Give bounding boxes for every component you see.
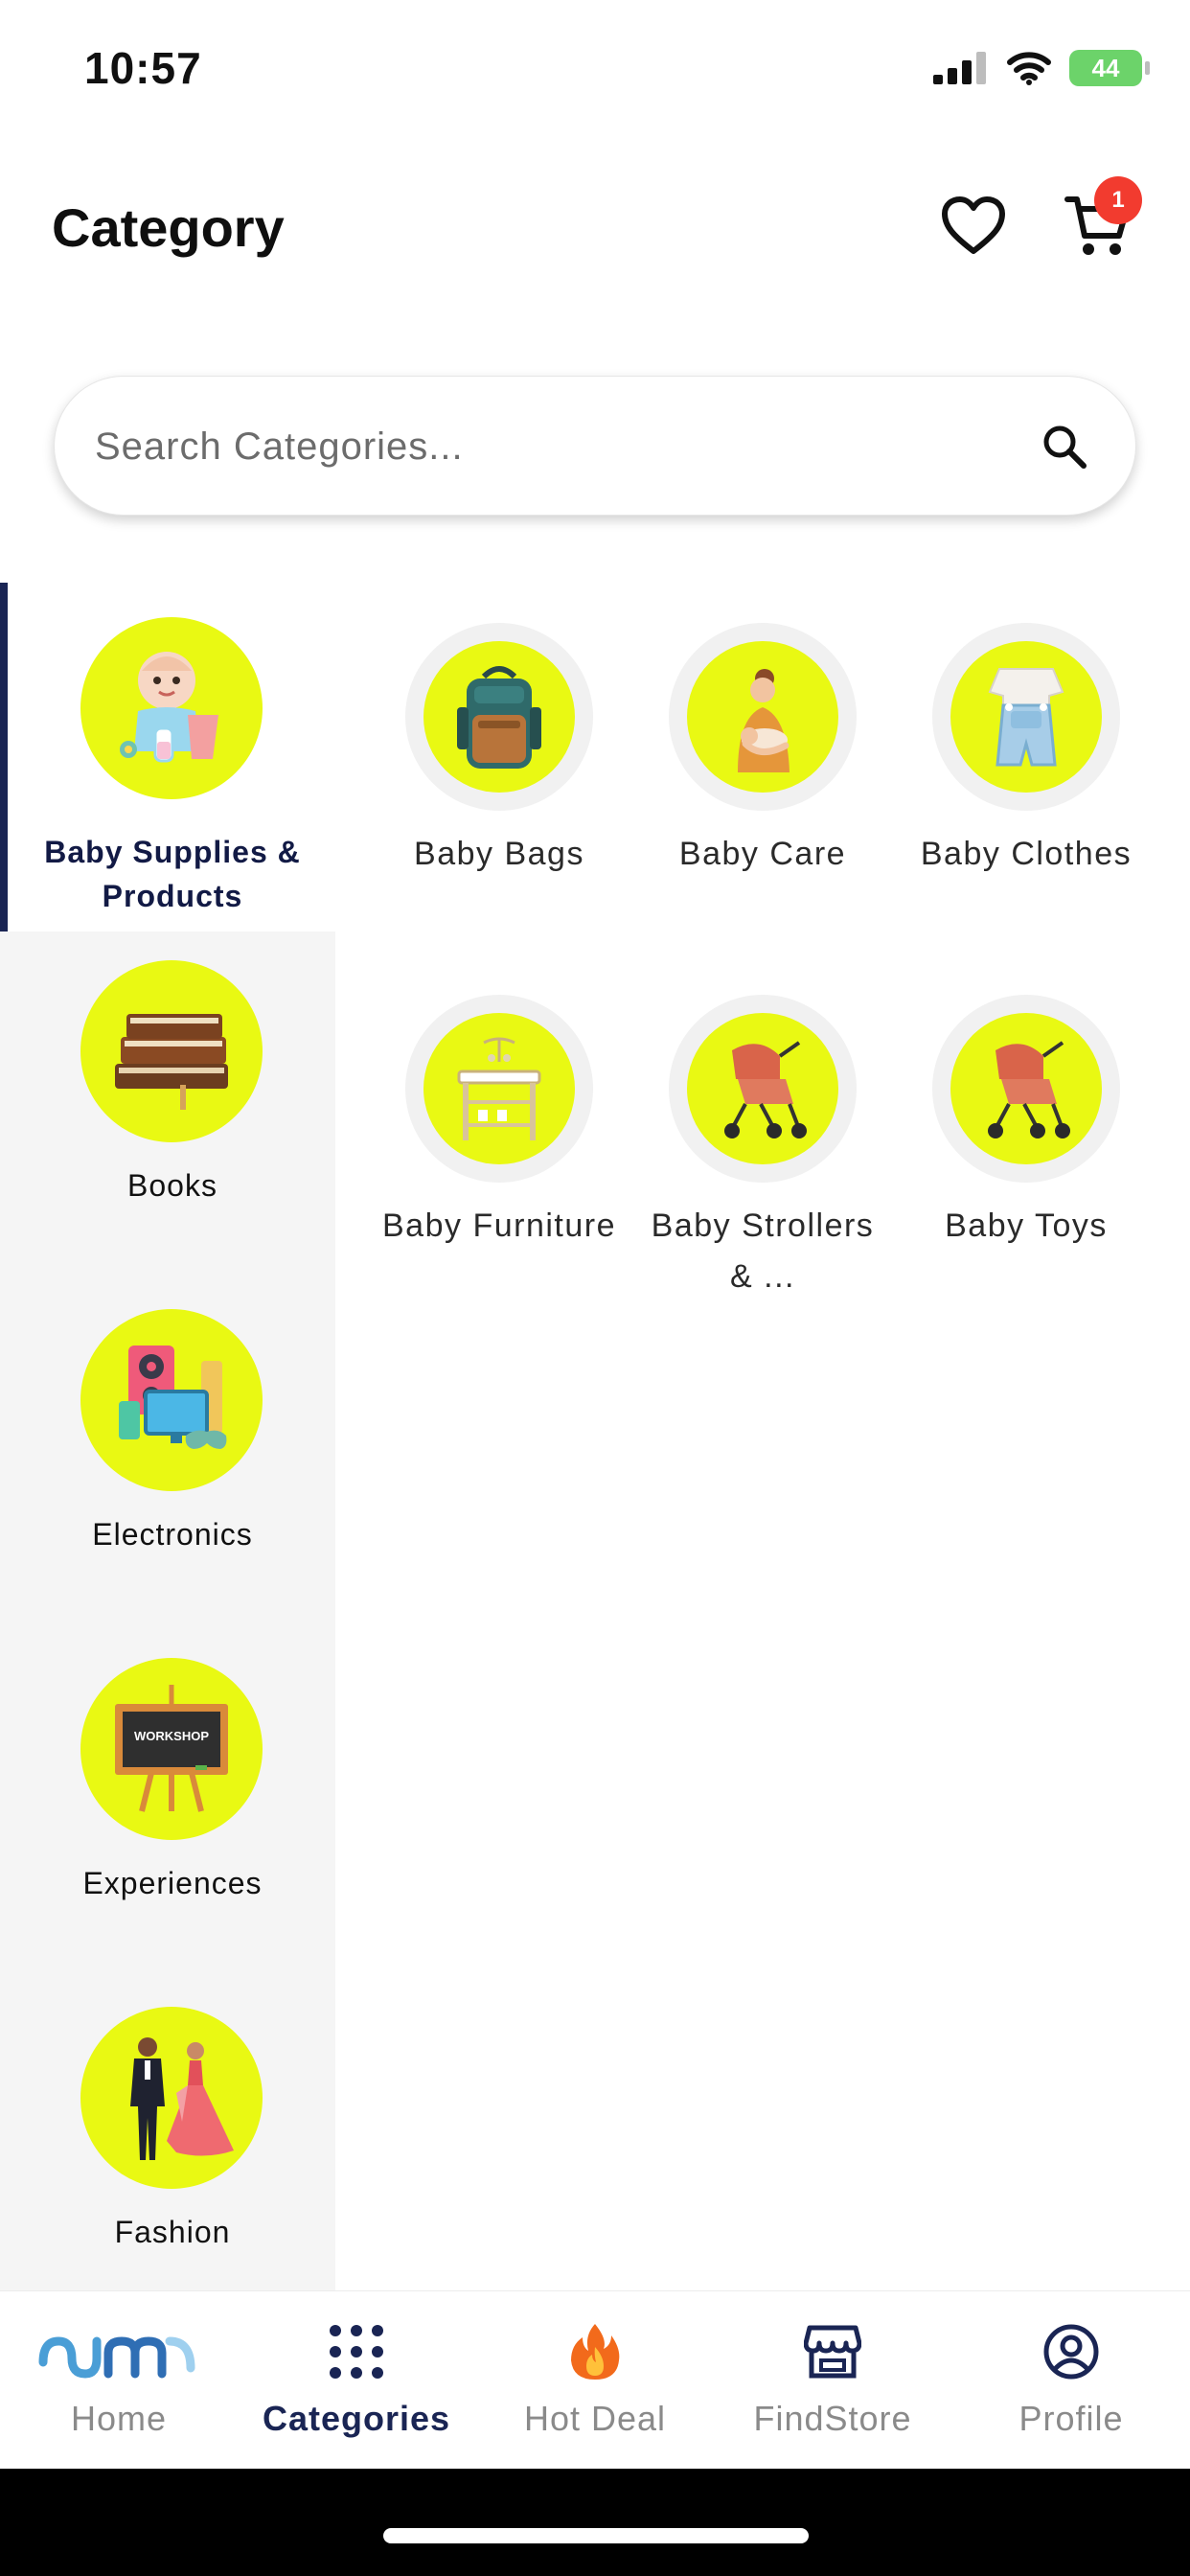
status-icons: 44 — [933, 50, 1150, 86]
sidebar-item-label: Books — [127, 1168, 217, 1203]
baby-icon — [80, 617, 263, 799]
subcategory-baby-care[interactable]: Baby Care — [643, 623, 882, 920]
search-input[interactable] — [93, 413, 997, 480]
nav-profile[interactable]: Profile — [966, 2320, 1177, 2439]
wishlist-button[interactable] — [937, 190, 1010, 263]
stroller-icon — [687, 1013, 838, 1164]
battery-level: 44 — [1091, 53, 1120, 82]
nav-find-store[interactable]: FindStore — [727, 2320, 938, 2439]
home-indicator[interactable] — [383, 2528, 809, 2543]
electronics-icon — [80, 1309, 263, 1491]
subcategory-baby-bags[interactable]: Baby Bags — [379, 623, 619, 920]
sidebar-item-experiences[interactable]: WORKSHOP Experiences — [0, 1629, 335, 1978]
cart-button[interactable]: 1 — [1062, 176, 1142, 263]
bottom-nav: Home Categories Hot Deal FindStore Profi… — [0, 2290, 1190, 2470]
sidebar-item-label: Fashion — [114, 2215, 231, 2249]
subcategory-label: Baby Toys — [945, 1208, 1108, 1244]
heart-icon — [942, 196, 1005, 254]
wifi-icon — [1007, 52, 1051, 85]
stroller-icon — [950, 1013, 1102, 1164]
nav-label: Categories — [262, 2399, 451, 2438]
romper-icon — [950, 641, 1102, 793]
home-logo-icon — [13, 2320, 224, 2383]
subcategory-baby-clothes[interactable]: Baby Clothes — [906, 623, 1146, 920]
subcategory-label: Baby Bags — [414, 836, 584, 872]
battery-icon: 44 — [1069, 50, 1150, 86]
signal-icon — [933, 52, 986, 84]
search-icon — [1043, 426, 1087, 469]
nav-home[interactable]: Home — [13, 2320, 224, 2439]
subcategory-label: Baby Strollers & ... — [651, 1208, 875, 1295]
nav-categories[interactable]: Categories — [251, 2320, 462, 2439]
mother-baby-icon — [687, 641, 838, 793]
workshop-board-icon: WORKSHOP — [80, 1658, 263, 1840]
grid-dots-icon — [251, 2320, 462, 2383]
sidebar-item-baby-supplies[interactable]: Baby Supplies & Products — [0, 583, 335, 932]
profile-icon — [966, 2320, 1177, 2383]
nav-label: Profile — [1018, 2399, 1124, 2438]
subcategory-baby-strollers[interactable]: Baby Strollers & ... — [643, 995, 882, 1295]
subcategory-baby-furniture[interactable]: Baby Furniture — [379, 995, 619, 1292]
subcategory-label: Baby Care — [678, 836, 847, 872]
sidebar-item-label: Experiences — [82, 1866, 263, 1900]
subcategory-label: Baby Furniture — [382, 1208, 616, 1244]
nav-label: FindStore — [753, 2399, 912, 2438]
cart-badge: 1 — [1094, 176, 1142, 224]
page-title: Category — [52, 197, 285, 258]
sidebar-item-books[interactable]: Books — [0, 932, 335, 1280]
changing-table-icon — [423, 1013, 575, 1164]
books-icon — [80, 960, 263, 1142]
sidebar-item-electronics[interactable]: Electronics — [0, 1280, 335, 1629]
nav-hot-deal[interactable]: Hot Deal — [490, 2320, 700, 2439]
subcategory-label: Baby Clothes — [920, 836, 1133, 872]
sidebar-item-label: Baby Supplies & Products — [44, 835, 301, 913]
fire-icon — [490, 2320, 700, 2383]
category-sidebar: Baby Supplies & Products Books Electroni… — [0, 583, 335, 2290]
sidebar-item-label: Electronics — [92, 1517, 253, 1552]
fashion-couple-icon — [80, 2007, 263, 2189]
sidebar-item-fashion[interactable]: Fashion — [0, 1978, 335, 2290]
workshop-sign-text: WORKSHOP — [134, 1729, 209, 1743]
search-button[interactable] — [1034, 416, 1095, 477]
backpack-icon — [423, 641, 575, 793]
store-icon — [727, 2320, 938, 2383]
home-indicator-area — [0, 2469, 1190, 2576]
status-time: 10:57 — [84, 43, 202, 93]
nav-label: Hot Deal — [523, 2399, 667, 2438]
search-bar — [54, 376, 1136, 516]
subcategory-baby-toys[interactable]: Baby Toys — [906, 995, 1146, 1292]
nav-label: Home — [70, 2399, 168, 2438]
